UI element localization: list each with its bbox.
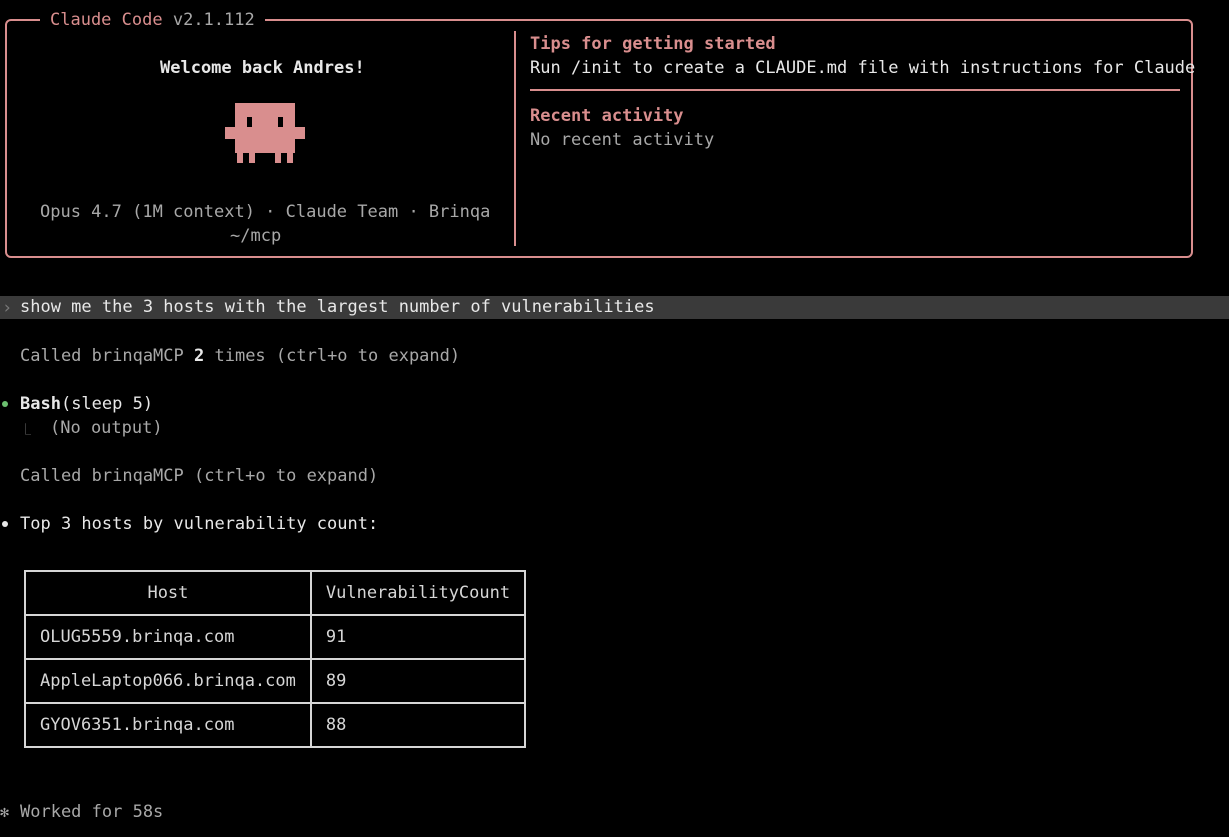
tool-call-label: Called brinqaMCP [20,346,194,366]
result-branch-icon: ⎿ [20,423,31,436]
working-directory: ~/mcp [230,226,282,246]
table-row: AppleLaptop066.brinqa.com 89 [24,658,527,704]
worked-spinner-icon: ✻ [0,803,10,821]
bash-tool-name: Bash [20,394,61,414]
prompt-text: show me the 3 hosts with the largest num… [20,297,655,317]
claude-mascot-icon [225,103,305,163]
app-version: v2.1.112 [172,10,255,30]
host-cell: OLUG5559.brinqa.com [24,614,312,660]
bash-result: (No output) [50,418,163,438]
count-cell: 88 [309,702,527,748]
table-row: GYOV6351.brinqa.com 88 [24,702,527,748]
recent-activity-text: No recent activity [530,130,715,150]
count-cell: 89 [309,658,527,704]
bash-tool-call: Bash(sleep 5) [20,392,153,416]
worked-duration: Worked for 58s [20,802,164,822]
column-header-host: Host [24,570,312,616]
tool-call-suffix: times (ctrl+o to expand) [204,346,461,366]
column-header-vulnerability-count: VulnerabilityCount [309,570,527,616]
count-cell: 91 [309,614,527,660]
model-info: Opus 4.7 (1M context) · Claude Team · Br… [40,202,491,222]
welcome-message: Welcome back Andres! [160,58,365,78]
prompt-caret-icon: › [2,298,13,318]
recent-activity-title: Recent activity [530,106,684,126]
tips-divider [530,89,1180,91]
success-dot-icon [2,401,8,407]
tool-call-summary-2[interactable]: Called brinqaMCP (ctrl+o to expand) [20,464,378,488]
message-dot-icon [2,521,8,527]
user-prompt: › show me the 3 hosts with the largest n… [0,296,1229,319]
app-title: Claude Code v2.1.112 [40,8,265,32]
tool-call-count: 2 [194,346,205,366]
bash-tool-args: (sleep 5) [60,394,154,414]
tips-text: Run /init to create a CLAUDE.md file wit… [530,58,1196,78]
host-cell: GYOV6351.brinqa.com [24,702,312,748]
host-cell: AppleLaptop066.brinqa.com [24,658,312,704]
tips-title: Tips for getting started [530,34,776,54]
assistant-answer: Top 3 hosts by vulnerability count: [20,514,379,534]
results-table: Host VulnerabilityCount OLUG5559.brinqa.… [24,570,527,748]
app-name: Claude Code [50,10,163,30]
table-header-row: Host VulnerabilityCount [24,570,527,616]
panel-divider [514,31,516,246]
table-row: OLUG5559.brinqa.com 91 [24,614,527,660]
tool-call-summary[interactable]: Called brinqaMCP 2 times (ctrl+o to expa… [20,344,460,368]
